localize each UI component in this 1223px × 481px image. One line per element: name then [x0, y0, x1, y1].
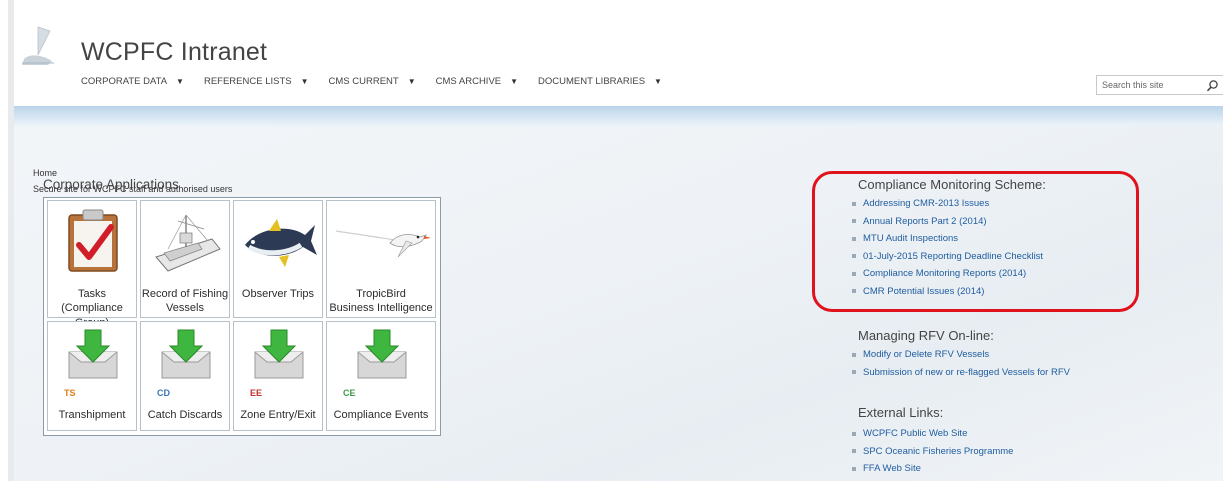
tile-label: Observer Trips: [234, 287, 322, 301]
rfv-links: Modify or Delete RFV Vessels Submission …: [852, 346, 1070, 381]
search-input[interactable]: [1097, 80, 1202, 90]
rfv-link[interactable]: Modify or Delete RFV Vessels: [852, 346, 1070, 364]
link-text: Submission of new or re-flagged Vessels …: [863, 366, 1070, 378]
search-box: [1096, 75, 1223, 95]
tile-label-line2: Business Intelligence: [329, 302, 433, 315]
site-logo-icon[interactable]: [18, 25, 58, 67]
tile-record-of-fishing-vessels[interactable]: Record of Fishing Vessels: [140, 200, 230, 318]
link-text: SPC Oceanic Fisheries Programme: [863, 445, 1014, 457]
nav-document-libraries[interactable]: DOCUMENT LIBRARIES ▼: [538, 76, 662, 87]
tile-label-line1: Catch Discards: [147, 409, 223, 421]
page-frame: WCPFC Intranet CORPORATE DATA ▼ REFERENC…: [8, 0, 1223, 481]
tile-label-line1: Record of Fishing: [141, 288, 229, 300]
top-navigation: CORPORATE DATA ▼ REFERENCE LISTS ▼ CMS C…: [81, 76, 682, 87]
tile-transhipment[interactable]: TS Transhipment: [47, 321, 137, 431]
tile-label: Catch Discards: [141, 408, 229, 422]
inbox-download-icon: [161, 329, 211, 379]
nav-label: DOCUMENT LIBRARIES: [538, 76, 646, 87]
search-icon[interactable]: [1206, 79, 1219, 92]
highlight-annotation: [812, 171, 1139, 312]
tile-label-line1: Transhipment: [58, 409, 126, 421]
caret-down-icon: ▼: [176, 77, 184, 86]
tile-label-line1: Zone Entry/Exit: [240, 409, 316, 421]
tile-catch-discards[interactable]: CD Catch Discards: [140, 321, 230, 431]
tile-label-line1: TropicBird: [356, 288, 406, 300]
section-title: Corporate Applications: [43, 177, 179, 192]
site-title[interactable]: WCPFC Intranet: [81, 40, 267, 65]
tile-abbr: TS: [64, 388, 76, 398]
bullet-icon: [852, 352, 856, 357]
external-link[interactable]: SPC Oceanic Fisheries Programme: [852, 443, 1013, 461]
tile-label: Transhipment: [48, 408, 136, 422]
link-text: Modify or Delete RFV Vessels: [863, 349, 990, 360]
tile-tasks[interactable]: Tasks (Compliance Group): [47, 200, 137, 329]
nav-corporate-data[interactable]: CORPORATE DATA ▼: [81, 76, 184, 87]
bullet-icon: [852, 431, 856, 436]
caret-down-icon: ▼: [300, 77, 309, 86]
corporate-applications-grid: Tasks (Compliance Group) Record of Fishi…: [43, 197, 441, 436]
external-link[interactable]: WCPFC Public Web Site: [852, 425, 1013, 443]
inbox-download-icon: [254, 329, 304, 379]
nav-label: CORPORATE DATA: [81, 76, 168, 87]
tile-label-line2: Vessels: [166, 302, 204, 315]
nav-label: CMS CURRENT: [328, 76, 399, 87]
external-link[interactable]: FFA Web Site: [852, 460, 1013, 478]
tile-label: TropicBird Business Intelligence: [327, 287, 435, 316]
external-heading: External Links:: [858, 405, 944, 420]
tile-label: Compliance Events: [327, 408, 435, 422]
tile-label-line1: Tasks: [77, 288, 107, 300]
tile-label: Record of Fishing Vessels: [141, 287, 229, 316]
bullet-icon: [852, 370, 856, 375]
tile-abbr: EE: [250, 388, 263, 398]
tile-abbr: CD: [157, 388, 170, 398]
nav-cms-archive[interactable]: CMS ARCHIVE ▼: [436, 76, 518, 87]
nav-label: REFERENCE LISTS: [203, 76, 292, 87]
link-text: WCPFC Public Web Site: [863, 428, 968, 439]
tuna-fish-icon: [245, 219, 317, 267]
tile-label: Zone Entry/Exit: [234, 408, 322, 422]
tile-zone-entry-exit[interactable]: EE Zone Entry/Exit: [233, 321, 323, 431]
link-text: FFA Web Site: [863, 463, 921, 474]
clipboard-check-icon: [68, 209, 118, 272]
inbox-download-icon: [68, 329, 118, 379]
bullet-icon: [852, 449, 856, 454]
tropicbird-icon: [335, 230, 431, 258]
caret-down-icon: ▼: [654, 77, 662, 86]
caret-down-icon: ▼: [407, 77, 416, 86]
tile-label-line1: Observer Trips: [241, 288, 315, 300]
nav-label: CMS ARCHIVE: [435, 76, 502, 87]
tile-compliance-events[interactable]: CE Compliance Events: [326, 321, 436, 431]
rfv-heading: Managing RFV On-line:: [858, 328, 994, 343]
rfv-link[interactable]: Submission of new or re-flagged Vessels …: [852, 364, 1070, 382]
header-band: [14, 106, 1223, 126]
inbox-download-icon: [357, 329, 407, 379]
fishing-vessel-icon: [155, 214, 221, 272]
tile-label-line1: Compliance Events: [333, 409, 429, 421]
caret-down-icon: ▼: [510, 77, 519, 86]
nav-cms-current[interactable]: CMS CURRENT ▼: [329, 76, 416, 87]
tile-abbr: CE: [343, 388, 356, 398]
tile-tropicbird[interactable]: TropicBird Business Intelligence: [326, 200, 436, 318]
bullet-icon: [852, 466, 856, 471]
tile-observer-trips[interactable]: Observer Trips: [233, 200, 323, 318]
external-links: WCPFC Public Web Site SPC Oceanic Fisher…: [852, 425, 1013, 478]
nav-reference-lists[interactable]: REFERENCE LISTS ▼: [204, 76, 309, 87]
